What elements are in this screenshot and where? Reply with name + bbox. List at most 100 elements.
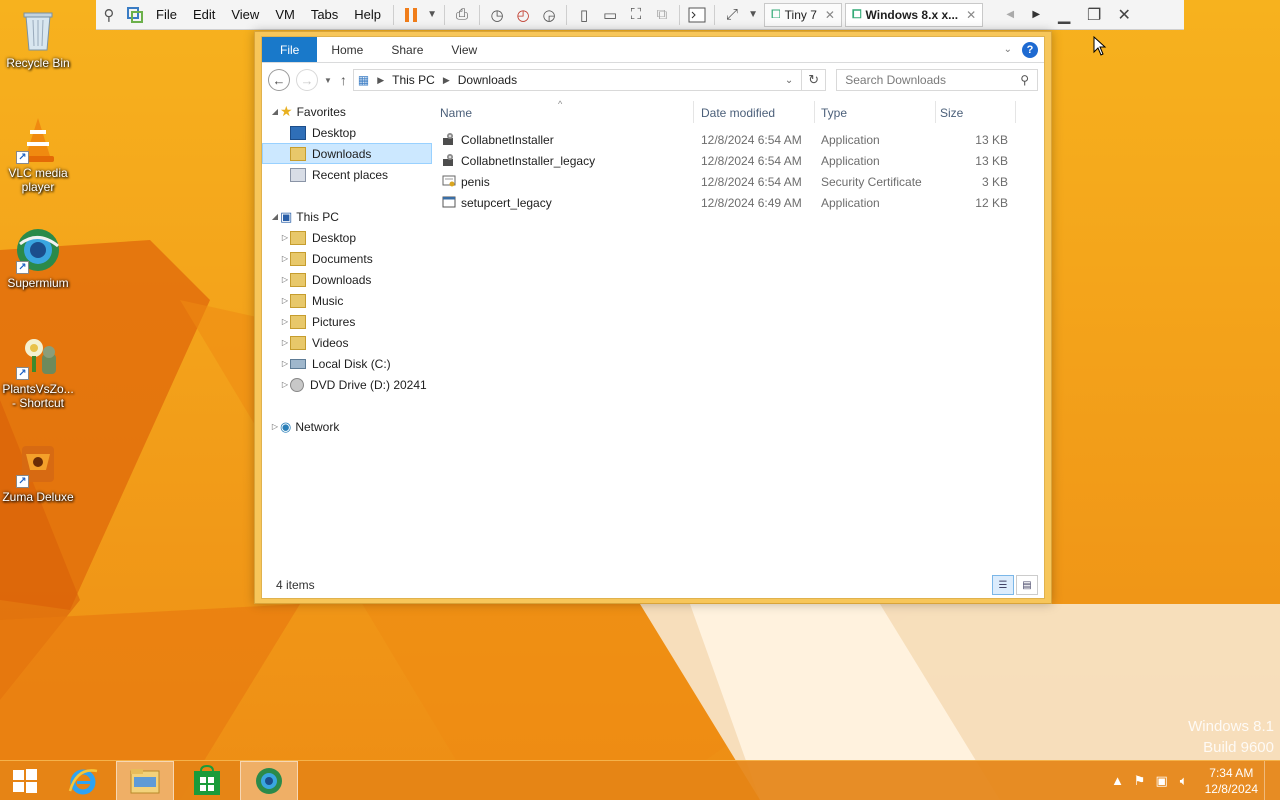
back-button[interactable]: ← bbox=[268, 69, 290, 91]
taskbar-supermium[interactable] bbox=[240, 760, 298, 800]
taskbar-file-explorer[interactable] bbox=[116, 760, 174, 800]
desktop-icon-zuma[interactable]: ↗ Zuma Deluxe bbox=[0, 440, 76, 504]
nav-pc-desktop[interactable]: ▷ Desktop bbox=[262, 227, 432, 248]
console-icon[interactable] bbox=[684, 2, 710, 28]
nav-network[interactable]: ▷ ◉ Network bbox=[262, 416, 432, 437]
minimize-icon[interactable]: ▁ bbox=[1049, 5, 1079, 25]
expand-ribbon-icon[interactable]: ⌄ bbox=[1004, 44, 1012, 55]
table-row[interactable]: CollabnetInstaller_legacy 12/8/2024 6:54… bbox=[438, 150, 1038, 171]
breadcrumb-this-pc[interactable]: This PC bbox=[392, 73, 435, 87]
chevron-down-icon[interactable]: ▼ bbox=[745, 2, 761, 28]
table-row[interactable]: penis 12/8/2024 6:54 AM Security Certifi… bbox=[438, 171, 1038, 192]
column-date-modified[interactable]: Date modified bbox=[701, 106, 775, 120]
expand-arrow-icon[interactable]: ◢ bbox=[270, 212, 280, 221]
vm-menu-vm[interactable]: VM bbox=[267, 7, 303, 22]
vm-tab-tiny7[interactable]: ⧠ Tiny 7 ✕ bbox=[764, 2, 842, 27]
address-bar[interactable]: ▦ ▶ This PC ▶ Downloads ⌄ bbox=[352, 69, 803, 91]
vm-tab-windows8[interactable]: ⧠ Windows 8.x x... ✕ bbox=[844, 2, 984, 27]
column-size[interactable]: Size bbox=[940, 106, 963, 120]
nav-pc-music[interactable]: ▷ Music bbox=[262, 290, 432, 311]
taskbar-internet-explorer[interactable] bbox=[54, 761, 112, 800]
snapshot-manager-icon[interactable]: ◶ bbox=[536, 2, 562, 28]
desktop-icon-vlc[interactable]: ↗ VLC media player bbox=[0, 116, 76, 194]
nav-favorites[interactable]: ◢ ★ Favorites bbox=[262, 101, 432, 122]
full-screen-icon[interactable]: ⛶ bbox=[623, 2, 649, 28]
show-desktop-button[interactable] bbox=[1264, 760, 1270, 800]
breadcrumb-downloads[interactable]: Downloads bbox=[458, 73, 517, 87]
column-type[interactable]: Type bbox=[821, 106, 847, 120]
vm-menu-file[interactable]: File bbox=[148, 7, 185, 22]
vm-menu-edit[interactable]: Edit bbox=[185, 7, 223, 22]
restore-icon[interactable]: ❐ bbox=[1079, 5, 1109, 25]
expand-arrow-icon[interactable]: ▷ bbox=[280, 317, 290, 326]
expand-arrow-icon[interactable]: ▷ bbox=[280, 254, 290, 263]
chevron-down-icon[interactable]: ⌄ bbox=[785, 75, 797, 86]
nav-pc-pictures[interactable]: ▷ Pictures bbox=[262, 311, 432, 332]
desktop-icon-supermium[interactable]: ↗ Supermium bbox=[0, 226, 76, 290]
nav-pc-documents[interactable]: ▷ Documents bbox=[262, 248, 432, 269]
up-button[interactable]: ↑ bbox=[340, 72, 347, 88]
close-icon[interactable]: ✕ bbox=[966, 8, 976, 22]
large-icons-view-icon[interactable]: ▤ bbox=[1016, 575, 1038, 595]
expand-arrow-icon[interactable]: ▷ bbox=[280, 275, 290, 284]
nav-this-pc[interactable]: ◢ ▣ This PC bbox=[262, 206, 432, 227]
network-status-icon[interactable]: ▣ bbox=[1151, 773, 1173, 789]
start-button[interactable] bbox=[0, 761, 50, 800]
vm-menu-tabs[interactable]: Tabs bbox=[303, 7, 346, 22]
close-window-icon[interactable]: ✕ bbox=[1109, 5, 1139, 25]
column-divider[interactable] bbox=[1015, 101, 1016, 123]
tab-scroll-right-icon[interactable]: ▶ bbox=[1023, 2, 1049, 28]
forward-button[interactable]: → bbox=[295, 69, 318, 91]
search-input[interactable]: Search Downloads ⚲ bbox=[836, 69, 1038, 91]
nav-favorites-downloads[interactable]: Downloads bbox=[262, 143, 432, 164]
desktop-icon-recycle-bin[interactable]: Recycle Bin bbox=[0, 6, 76, 70]
nav-pc-local-disk[interactable]: ▷ Local Disk (C:) bbox=[262, 353, 432, 374]
thumbnail-view-icon[interactable]: ▭ bbox=[597, 2, 623, 28]
ribbon-tab-view[interactable]: View bbox=[437, 37, 491, 62]
show-hidden-icons-icon[interactable]: ▲ bbox=[1107, 773, 1129, 788]
refresh-button[interactable]: ↻ bbox=[802, 69, 827, 91]
unity-icon[interactable]: ⧉ bbox=[649, 2, 675, 28]
nav-pc-videos[interactable]: ▷ Videos bbox=[262, 332, 432, 353]
recent-locations-icon[interactable]: ▼ bbox=[324, 76, 332, 85]
ribbon-tab-file[interactable]: File bbox=[262, 37, 318, 62]
snapshot-icon[interactable]: ◷ bbox=[484, 2, 510, 28]
sidebar-view-icon[interactable]: ▯ bbox=[571, 2, 597, 28]
column-divider[interactable] bbox=[935, 101, 936, 123]
nav-pc-downloads[interactable]: ▷ Downloads bbox=[262, 269, 432, 290]
expand-arrow-icon[interactable]: ▷ bbox=[280, 380, 290, 389]
nav-pc-dvd-drive[interactable]: ▷ DVD Drive (D:) 20241 bbox=[262, 374, 432, 395]
pin-icon[interactable]: ⚲ bbox=[96, 2, 122, 28]
expand-arrow-icon[interactable]: ▷ bbox=[280, 338, 290, 347]
table-row[interactable]: CollabnetInstaller 12/8/2024 6:54 AM App… bbox=[438, 129, 1038, 150]
chevron-down-icon[interactable]: ▼ bbox=[424, 2, 440, 28]
stretch-icon[interactable]: ⤢ bbox=[719, 2, 745, 28]
nav-favorites-recent-places[interactable]: Recent places bbox=[262, 164, 432, 185]
nav-favorites-desktop[interactable]: Desktop bbox=[262, 122, 432, 143]
table-row[interactable]: setupcert_legacy 12/8/2024 6:49 AM Appli… bbox=[438, 192, 1038, 213]
expand-arrow-icon[interactable]: ▷ bbox=[270, 422, 280, 431]
ribbon-tab-share[interactable]: Share bbox=[377, 37, 437, 62]
expand-arrow-icon[interactable]: ◢ bbox=[270, 107, 280, 116]
volume-icon[interactable]: 🔈︎ bbox=[1173, 773, 1195, 789]
vm-menu-help[interactable]: Help bbox=[346, 7, 389, 22]
expand-arrow-icon[interactable]: ▷ bbox=[280, 233, 290, 242]
ribbon-tab-home[interactable]: Home bbox=[317, 37, 377, 62]
revert-snapshot-icon[interactable]: ◴ bbox=[510, 2, 536, 28]
taskbar-store[interactable] bbox=[178, 761, 236, 800]
column-name[interactable]: Name bbox=[440, 106, 472, 120]
desktop-icon-plantsvszombies[interactable]: ↗ PlantsVsZo... - Shortcut bbox=[0, 332, 76, 410]
details-view-icon[interactable]: ☰ bbox=[992, 575, 1014, 595]
close-icon[interactable]: ✕ bbox=[825, 8, 835, 22]
help-icon[interactable]: ? bbox=[1022, 41, 1038, 58]
pause-icon[interactable] bbox=[398, 2, 424, 28]
tab-scroll-left-icon[interactable]: ◀ bbox=[997, 2, 1023, 28]
vm-menu-view[interactable]: View bbox=[223, 7, 267, 22]
action-center-flag-icon[interactable]: ⚑ bbox=[1129, 773, 1151, 789]
send-keys-icon[interactable]: ⎙ bbox=[449, 2, 475, 28]
column-divider[interactable] bbox=[814, 101, 815, 123]
expand-arrow-icon[interactable]: ▷ bbox=[280, 296, 290, 305]
clock[interactable]: 7:34 AM 12/8/2024 bbox=[1205, 765, 1258, 797]
expand-arrow-icon[interactable]: ▷ bbox=[280, 359, 290, 368]
column-divider[interactable] bbox=[693, 101, 694, 123]
